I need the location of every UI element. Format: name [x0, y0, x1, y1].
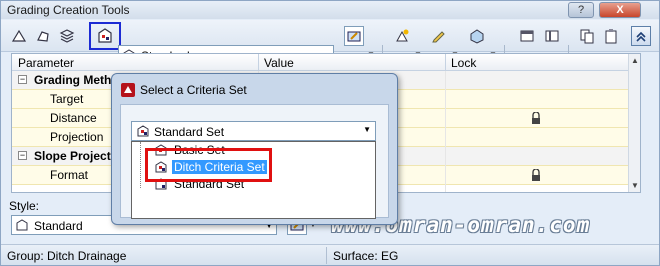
- grid-header: Parameter Value Lock: [12, 54, 640, 71]
- column-divider[interactable]: [258, 54, 259, 71]
- row-label: Projection: [50, 130, 104, 144]
- edit-grading-icon[interactable]: [429, 26, 449, 46]
- style-icon: [15, 218, 29, 232]
- elevation-icon[interactable]: [467, 26, 487, 46]
- clipboard-icon[interactable]: [601, 26, 621, 46]
- copy-icon[interactable]: [577, 26, 597, 46]
- civil3d-icon: [120, 82, 136, 98]
- collapse-toggle[interactable]: −: [18, 75, 27, 84]
- lock-icon[interactable]: [531, 111, 541, 124]
- tree-connector: [140, 142, 141, 188]
- lock-icon[interactable]: [531, 168, 541, 181]
- column-header-value[interactable]: Value: [264, 56, 294, 70]
- create-grading-icon[interactable]: [392, 26, 412, 46]
- scroll-up-icon[interactable]: ▲: [631, 56, 639, 65]
- chevron-down-icon[interactable]: ▼: [363, 125, 371, 134]
- toolbar: Standard ▼ ▼ ▼ ▼ ▼: [1, 20, 659, 65]
- scroll-down-icon[interactable]: ▼: [631, 181, 639, 190]
- status-surface: Surface: EG: [333, 249, 399, 263]
- row-label: Distance: [50, 111, 97, 125]
- table-icon[interactable]: [542, 26, 562, 46]
- criteria-set-icon[interactable]: [89, 22, 121, 50]
- status-bar: Group: Ditch Drainage Surface: EG: [1, 244, 659, 265]
- set-grading-group-icon[interactable]: [9, 26, 29, 46]
- collapse-toggle[interactable]: −: [18, 151, 27, 160]
- title-bar: Grading Creation Tools ? X: [1, 1, 659, 19]
- criteria-set-selected: Standard Set: [154, 125, 225, 139]
- window-title: Grading Creation Tools: [7, 3, 130, 17]
- grading-criteria-icon[interactable]: [33, 26, 53, 46]
- layers-icon[interactable]: [57, 26, 77, 46]
- vertical-scrollbar[interactable]: ▲ ▼: [628, 54, 640, 192]
- column-header-parameter[interactable]: Parameter: [18, 56, 74, 70]
- column-header-lock[interactable]: Lock: [451, 56, 476, 70]
- collapse-icon[interactable]: [631, 26, 651, 46]
- criteria-set-small-icon: [136, 124, 150, 141]
- row-label: Target: [50, 92, 84, 106]
- panel-icon[interactable]: [517, 26, 537, 46]
- row-label: Format: [50, 168, 89, 182]
- style-value: Standard: [34, 219, 83, 233]
- style-label: Style:: [9, 199, 40, 213]
- status-divider: [326, 247, 327, 264]
- column-divider: [445, 71, 446, 192]
- dialog-title: Select a Criteria Set: [140, 83, 247, 97]
- criteria-set-combo[interactable]: Standard Set ▼: [131, 121, 376, 141]
- close-button[interactable]: X: [599, 2, 641, 18]
- highlight-box: [145, 148, 272, 182]
- column-divider[interactable]: [445, 54, 446, 71]
- status-group: Group: Ditch Drainage: [7, 249, 127, 263]
- target-surface-icon[interactable]: [344, 26, 364, 46]
- help-button[interactable]: ?: [568, 2, 594, 18]
